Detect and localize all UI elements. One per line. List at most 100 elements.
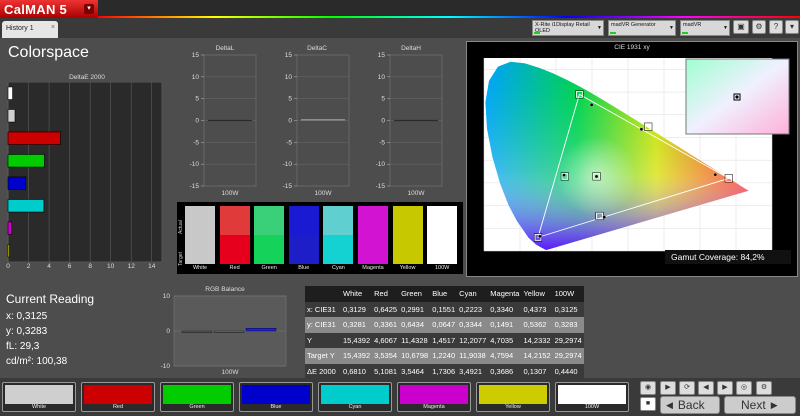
table-cell: 0,4373: [521, 301, 553, 317]
patch-button-red[interactable]: Red: [81, 382, 155, 412]
delta-tick-label: 0: [288, 118, 292, 125]
measure-button[interactable]: ◉: [640, 381, 656, 395]
swatch-actual-label: Actual: [178, 220, 184, 234]
patch-button-100w[interactable]: 100W: [555, 382, 629, 412]
cie-point-red: [713, 172, 718, 177]
patch-color: [479, 385, 547, 404]
cie-x-tick: 0: [482, 255, 486, 261]
next-label: Next: [741, 398, 766, 412]
patch-button-cyan[interactable]: Cyan: [318, 382, 392, 412]
row-label: Target Y: [305, 348, 341, 364]
swatch-blue: Blue: [288, 206, 319, 274]
stop-button[interactable]: ■: [640, 397, 656, 411]
table-row: Target Y 15,4392 3,5354 10,6798 1,2240 11,903…: [305, 348, 584, 364]
target-icon: ◎: [740, 384, 748, 391]
logo-dropdown-icon[interactable]: ▾: [84, 4, 94, 14]
patch-color: [400, 385, 468, 404]
meter-name: X-Rite i1Display Retail OLED: [535, 22, 590, 34]
table-cell: 15,4392: [341, 332, 373, 348]
swatch-target: [358, 235, 388, 264]
options-button[interactable]: ⚙: [756, 381, 772, 395]
settings-button[interactable]: ⚙: [752, 20, 766, 34]
table-cell: 0,6425: [372, 301, 400, 317]
minimize-button[interactable]: ▾: [785, 20, 799, 34]
delta-chart-deltac: 15 10 5 0 -5 -10 -15 100W: [283, 52, 350, 197]
patch-color: [84, 385, 152, 404]
delta-tick-label: 10: [192, 74, 200, 81]
swatch-target: [254, 235, 285, 264]
tab-history[interactable]: History 1 ×: [2, 21, 58, 38]
app-logo-button[interactable]: CalMAN 5 ▾: [0, 0, 98, 18]
cie-y-tick: 0,1: [474, 226, 482, 232]
patch-button-yellow[interactable]: Yellow: [476, 382, 550, 412]
back-button[interactable]: ◀ Back: [660, 396, 720, 414]
table-cell: 29,2974: [552, 332, 584, 348]
row-label: ΔE 2000: [305, 363, 341, 379]
swatch-cyan: Cyan: [323, 206, 354, 274]
auto-cal-button[interactable]: ◎: [736, 381, 752, 395]
patch-button-white[interactable]: White: [2, 382, 76, 412]
cie-point-magenta: [602, 215, 606, 219]
display-selector[interactable]: madVR ▼: [680, 20, 730, 36]
title-bar: CalMAN 5 ▾: [0, 0, 800, 18]
chevron-down-icon: ▼: [723, 25, 728, 31]
generator-selector[interactable]: madVR Generator ▼: [608, 20, 676, 36]
delta-tick-label: -10: [376, 161, 386, 168]
swatch-100w: 100W: [427, 206, 458, 274]
camera-icon: ▣: [737, 22, 745, 31]
delta-lch-charts: 15 10 5 0 -5 -10 -15 100W 15 10 5 0 -5 -10 -15 100W 15 10…: [190, 52, 443, 197]
rgb-tick-label: 0: [166, 328, 170, 335]
camera-button[interactable]: ▣: [733, 20, 749, 34]
read-series-button[interactable]: ▶: [660, 381, 676, 395]
patch-button-magenta[interactable]: Magenta: [397, 382, 471, 412]
tab-close-icon[interactable]: ×: [51, 24, 55, 31]
column-header: Magenta: [488, 286, 522, 302]
prev-patch-button[interactable]: ◀: [698, 381, 714, 395]
de2000-tick-label: 6: [68, 263, 72, 268]
swatch-red: Red: [219, 206, 250, 274]
read-continuous-button[interactable]: ⟳: [679, 381, 695, 395]
delta-tick-label: -15: [376, 183, 386, 190]
cie-y-tick: 0,6: [474, 113, 482, 119]
delta-tick-label: -10: [190, 161, 200, 168]
patch-button-green[interactable]: Green: [160, 382, 234, 412]
column-header: White: [341, 286, 373, 302]
de2000-plot-area: [7, 82, 163, 263]
de2000-grid: [7, 82, 163, 263]
cie-y-tick: 0: [479, 249, 482, 255]
swatch-label: Yellow: [399, 265, 416, 271]
delta-tick-label: 10: [378, 74, 386, 81]
table-cell: 10,6798: [399, 348, 431, 364]
de2000-bar-green: [7, 154, 45, 168]
stop-icon: ■: [645, 400, 651, 407]
table-row: Y 15,4392 4,6067 11,4328 1,4517 12,2077 4,7035…: [305, 332, 584, 348]
delta-chart-deltal: 15 10 5 0 -5 -10 -15 100W: [190, 52, 257, 197]
de2000-bar-red: [7, 131, 61, 145]
cie-x-tick: 0,2: [552, 255, 561, 261]
de2000-bar-white: [7, 109, 16, 123]
cie-point-green: [589, 103, 594, 107]
gear-icon: ⚙: [760, 384, 768, 391]
back-label: Back: [677, 398, 705, 412]
delta-tick-label: -5: [193, 139, 199, 146]
table-cell: 11,4328: [399, 332, 431, 348]
de2000-bar-cyan: [7, 199, 45, 213]
table-cell: 0,3281: [341, 317, 373, 333]
swatch-target-label: Target: [178, 252, 184, 266]
delta-tick-label: 15: [285, 52, 293, 59]
reading-x: x: 0,3125: [6, 311, 48, 322]
tab-bar: History 1 × X-Rite i1Display Retail OLED…: [0, 18, 800, 38]
table-cell: 0,3283: [552, 317, 584, 333]
table-cell: 1,7306: [430, 363, 458, 379]
swatch-white: White: [185, 206, 215, 274]
swatch-target: [392, 235, 423, 264]
meter-selector[interactable]: X-Rite i1Display Retail OLED ▼: [532, 20, 604, 36]
help-button[interactable]: ?: [769, 20, 783, 34]
patch-button-blue[interactable]: Blue: [239, 382, 313, 412]
next-patch-button[interactable]: ▶: [717, 381, 733, 395]
delta-tick-label: -5: [286, 139, 292, 146]
delta-tick-label: -15: [190, 183, 200, 190]
next-button[interactable]: Next ▶: [724, 396, 796, 414]
swatch-target: [185, 235, 215, 264]
eye-icon: ◉: [644, 384, 652, 391]
